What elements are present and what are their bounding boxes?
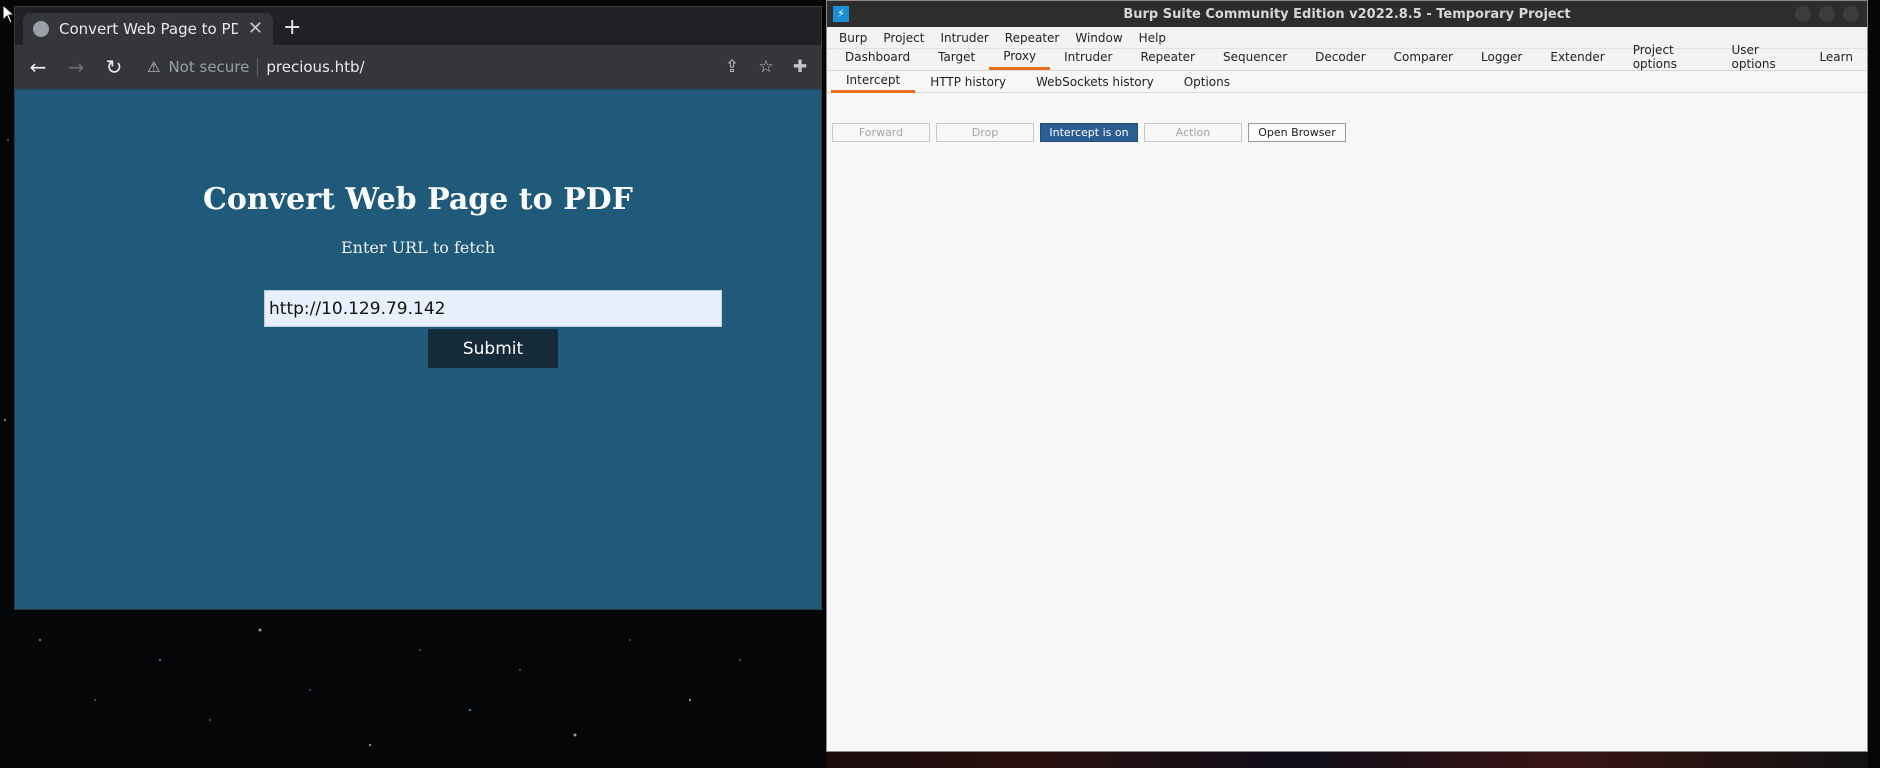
- url-input[interactable]: [264, 290, 722, 327]
- burp-titlebar: ⚡ Burp Suite Community Edition v2022.8.5…: [827, 1, 1867, 27]
- reload-icon[interactable]: ↻: [99, 52, 129, 82]
- new-tab-icon[interactable]: +: [283, 17, 301, 39]
- menu-window[interactable]: Window: [1067, 31, 1130, 45]
- desktop-wallpaper: [826, 752, 1868, 768]
- browser-tab[interactable]: Convert Web Page to PDF ✕: [23, 13, 273, 45]
- tab-decoder[interactable]: Decoder: [1301, 48, 1380, 70]
- open-browser-button[interactable]: Open Browser: [1248, 123, 1346, 142]
- maximize-icon[interactable]: [1819, 6, 1835, 22]
- tab-extender[interactable]: Extender: [1536, 48, 1618, 70]
- close-tab-icon[interactable]: ✕: [248, 20, 263, 38]
- divider: [257, 58, 259, 76]
- subtab-http-history[interactable]: HTTP history: [915, 71, 1021, 93]
- intercept-panel: Forward Drop Intercept is on Action Open…: [827, 93, 1867, 751]
- burp-logo-icon: ⚡: [833, 6, 849, 22]
- burp-window: ⚡ Burp Suite Community Edition v2022.8.5…: [826, 0, 1868, 752]
- menu-help[interactable]: Help: [1131, 31, 1174, 45]
- forward-icon[interactable]: →: [61, 52, 91, 82]
- tab-user-options[interactable]: User options: [1718, 43, 1806, 71]
- forward-button[interactable]: Forward: [832, 123, 930, 142]
- share-icon[interactable]: ⇪: [719, 54, 745, 80]
- main-tabs: Dashboard Target Proxy Intruder Repeater…: [827, 43, 1867, 71]
- page-title: Convert Web Page to PDF: [203, 182, 633, 217]
- window-controls: [1795, 6, 1859, 22]
- subtab-websockets-history[interactable]: WebSockets history: [1021, 71, 1169, 93]
- tab-logger[interactable]: Logger: [1467, 48, 1536, 70]
- menu-project[interactable]: Project: [875, 31, 932, 45]
- intercept-button-row: Forward Drop Intercept is on Action Open…: [832, 123, 1346, 142]
- menu-burp[interactable]: Burp: [831, 31, 875, 45]
- web-page: Convert Web Page to PDF Enter URL to fet…: [15, 89, 821, 609]
- tab-intruder[interactable]: Intruder: [1050, 48, 1126, 70]
- drop-button[interactable]: Drop: [936, 123, 1034, 142]
- proxy-subtabs: Intercept HTTP history WebSockets histor…: [827, 71, 1867, 93]
- subtab-options[interactable]: Options: [1169, 71, 1245, 93]
- tab-project-options[interactable]: Project options: [1619, 43, 1718, 71]
- globe-icon: [33, 21, 49, 37]
- window-title: Burp Suite Community Edition v2022.8.5 -…: [1123, 6, 1571, 22]
- action-button[interactable]: Action: [1144, 123, 1242, 142]
- menu-bar: Burp Project Intruder Repeater Window He…: [827, 27, 1867, 49]
- tab-target[interactable]: Target: [924, 48, 989, 70]
- tab-learn[interactable]: Learn: [1805, 48, 1867, 70]
- intercept-toggle-button[interactable]: Intercept is on: [1040, 123, 1138, 142]
- security-label[interactable]: Not secure: [168, 58, 249, 76]
- tab-repeater[interactable]: Repeater: [1126, 48, 1209, 70]
- address-bar[interactable]: ⚠ Not secure precious.htb/: [137, 51, 711, 83]
- page-subtitle: Enter URL to fetch: [340, 238, 496, 257]
- tab-dashboard[interactable]: Dashboard: [831, 48, 924, 70]
- warning-icon[interactable]: ⚠: [147, 58, 160, 76]
- back-icon[interactable]: ←: [23, 52, 53, 82]
- extensions-icon[interactable]: ✚: [787, 54, 813, 80]
- menu-intruder[interactable]: Intruder: [932, 31, 996, 45]
- browser-toolbar: ← → ↻ ⚠ Not secure precious.htb/ ⇪ ☆ ✚: [15, 45, 821, 89]
- tab-strip: Convert Web Page to PDF ✕ +: [15, 7, 821, 45]
- minimize-icon[interactable]: [1795, 6, 1811, 22]
- browser-window: Convert Web Page to PDF ✕ + ← → ↻ ⚠ Not …: [14, 6, 822, 610]
- tab-comparer[interactable]: Comparer: [1380, 48, 1467, 70]
- tab-proxy[interactable]: Proxy: [989, 48, 1051, 70]
- tab-sequencer[interactable]: Sequencer: [1209, 48, 1301, 70]
- url-text[interactable]: precious.htb/: [266, 58, 364, 76]
- submit-button[interactable]: Submit: [428, 329, 558, 368]
- tab-title: Convert Web Page to PDF: [59, 20, 238, 38]
- menu-repeater[interactable]: Repeater: [997, 31, 1068, 45]
- bookmark-star-icon[interactable]: ☆: [753, 54, 779, 80]
- subtab-intercept[interactable]: Intercept: [831, 71, 916, 93]
- close-window-icon[interactable]: [1843, 6, 1859, 22]
